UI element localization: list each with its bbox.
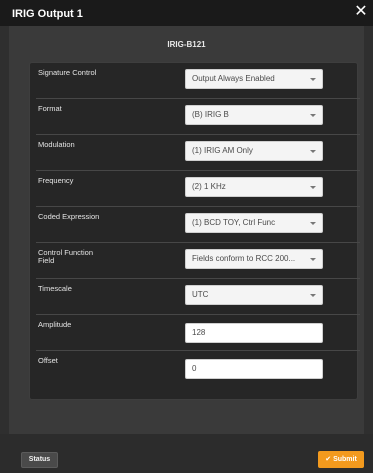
dialog-footer: Status ✔ Submit bbox=[0, 434, 373, 473]
offset-input[interactable]: 0 bbox=[185, 359, 323, 379]
chevron-down-icon bbox=[310, 294, 316, 297]
amplitude-label: Amplitude bbox=[38, 320, 72, 329]
coded-expression-select[interactable]: (1) BCD TOY, Ctrl Func bbox=[185, 213, 323, 233]
dialog-subtitle: IRIG-B121 bbox=[167, 40, 206, 49]
timescale-label: Timescale bbox=[38, 284, 72, 293]
chevron-down-icon bbox=[310, 114, 316, 117]
signature-control-value: Output Always Enabled bbox=[192, 74, 275, 83]
row-format: Format (B) IRIG B bbox=[36, 99, 360, 135]
modulation-value: (1) IRIG AM Only bbox=[192, 146, 253, 155]
row-control-function-field: Control Function Field Fields conform to… bbox=[36, 243, 360, 279]
row-coded-expression: Coded Expression (1) BCD TOY, Ctrl Func bbox=[36, 207, 360, 243]
modulation-label: Modulation bbox=[38, 140, 75, 149]
chevron-down-icon bbox=[310, 150, 316, 153]
check-icon: ✔ bbox=[325, 456, 332, 463]
amplitude-input[interactable]: 128 bbox=[185, 323, 323, 343]
status-button[interactable]: Status bbox=[21, 452, 58, 468]
irig-output-dialog: IRIG Output 1 ✕ IRIG-B121 Signature Cont… bbox=[0, 0, 373, 473]
control-function-field-label: Control Function Field bbox=[38, 248, 94, 265]
control-function-field-select[interactable]: Fields conform to RCC 200... bbox=[185, 249, 323, 269]
timescale-select[interactable]: UTC bbox=[185, 285, 323, 305]
row-timescale: Timescale UTC bbox=[36, 279, 360, 315]
submit-label: Submit bbox=[333, 456, 357, 463]
submit-button[interactable]: ✔ Submit bbox=[318, 451, 364, 468]
row-offset: Offset 0 bbox=[36, 351, 360, 387]
row-frequency: Frequency (2) 1 KHz bbox=[36, 171, 360, 207]
signature-control-select[interactable]: Output Always Enabled bbox=[185, 69, 323, 89]
format-label: Format bbox=[38, 104, 62, 113]
coded-expression-label: Coded Expression bbox=[38, 212, 100, 221]
chevron-down-icon bbox=[310, 258, 316, 261]
modulation-select[interactable]: (1) IRIG AM Only bbox=[185, 141, 323, 161]
frequency-select[interactable]: (2) 1 KHz bbox=[185, 177, 323, 197]
coded-expression-value: (1) BCD TOY, Ctrl Func bbox=[192, 218, 276, 227]
frequency-value: (2) 1 KHz bbox=[192, 182, 226, 191]
dialog-title: IRIG Output 1 bbox=[12, 8, 83, 20]
chevron-down-icon bbox=[310, 186, 316, 189]
timescale-value: UTC bbox=[192, 290, 209, 299]
close-icon[interactable]: ✕ bbox=[353, 3, 369, 21]
row-modulation: Modulation (1) IRIG AM Only bbox=[36, 135, 360, 171]
settings-panel: Signature Control Output Always Enabled … bbox=[29, 62, 360, 400]
dialog-title-bar: IRIG Output 1 ✕ bbox=[0, 0, 373, 26]
chevron-down-icon bbox=[310, 222, 316, 225]
chevron-down-icon bbox=[310, 78, 316, 81]
format-value: (B) IRIG B bbox=[192, 110, 229, 119]
format-select[interactable]: (B) IRIG B bbox=[185, 105, 323, 125]
row-amplitude: Amplitude 128 bbox=[36, 315, 360, 351]
offset-label: Offset bbox=[38, 356, 58, 365]
signature-control-label: Signature Control bbox=[38, 68, 97, 77]
frequency-label: Frequency bbox=[38, 176, 74, 185]
control-function-field-value: Fields conform to RCC 200... bbox=[192, 254, 296, 263]
row-signature-control: Signature Control Output Always Enabled bbox=[36, 63, 360, 99]
